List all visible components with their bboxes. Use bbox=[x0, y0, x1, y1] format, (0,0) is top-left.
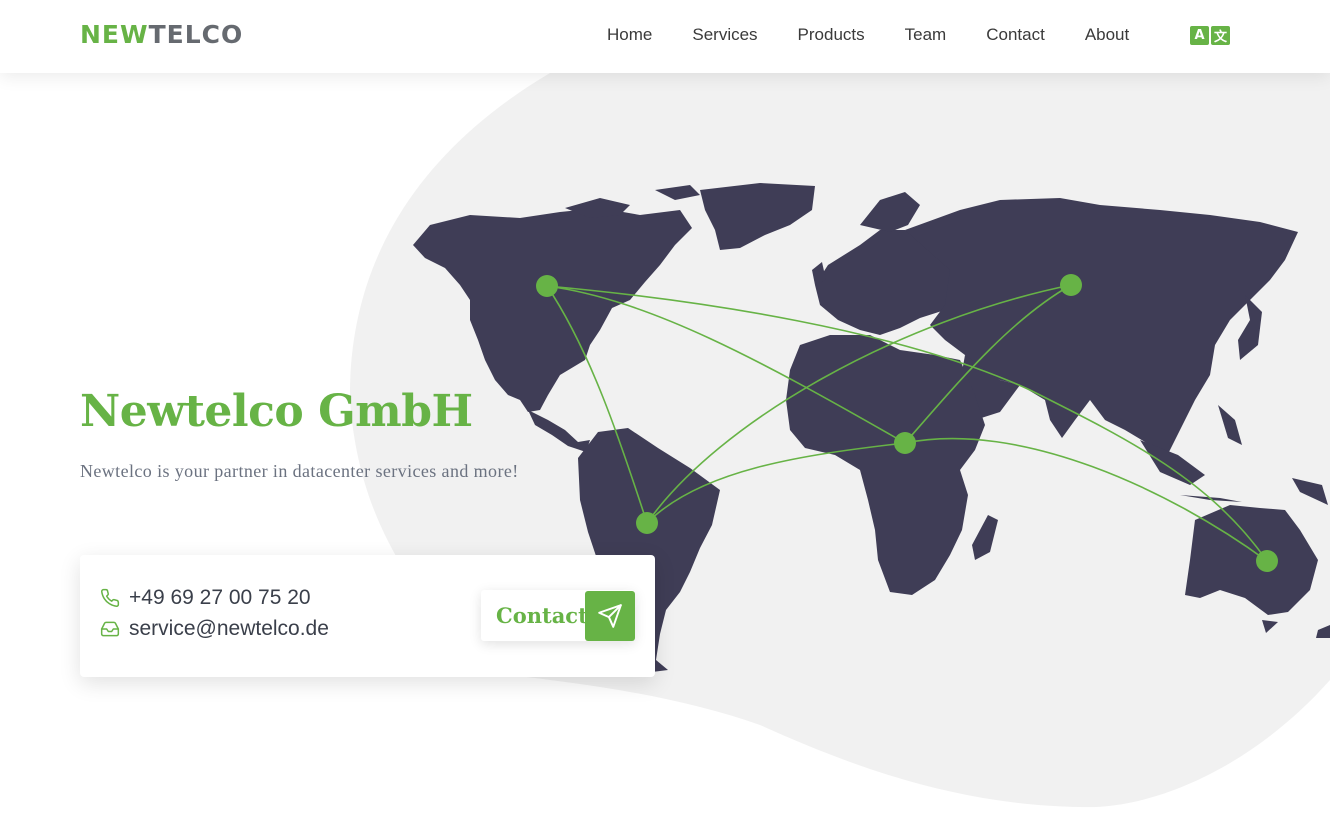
translate-glyph-cjk: 文 bbox=[1211, 26, 1230, 45]
main-nav: Home Services Products Team Contact Abou… bbox=[607, 24, 1169, 46]
phone-icon bbox=[101, 588, 120, 607]
top-navbar: NEW TELCO Home Services Products Team Con… bbox=[0, 0, 1330, 73]
email-row[interactable]: service@newtelco.de bbox=[100, 617, 329, 641]
phone-number: +49 69 27 00 75 20 bbox=[129, 586, 311, 609]
inbox-icon bbox=[100, 621, 120, 637]
send-icon bbox=[585, 590, 635, 641]
email-address: service@newtelco.de bbox=[129, 617, 329, 640]
hero-subtitle: Newtelco is your partner in datacenter s… bbox=[80, 461, 519, 481]
nav-link-products[interactable]: Products bbox=[798, 24, 865, 46]
translate-icon[interactable]: A 文 bbox=[1190, 26, 1230, 45]
nav-link-about[interactable]: About bbox=[1085, 24, 1129, 46]
phone-row[interactable]: +49 69 27 00 75 20 bbox=[100, 586, 311, 610]
hero-title: Newtelco GmbH bbox=[80, 386, 473, 437]
logo-text-new: NEW bbox=[80, 20, 149, 49]
contact-card: +49 69 27 00 75 20 service@newtelco.de C… bbox=[80, 555, 655, 677]
newtelco-logo[interactable]: NEW TELCO bbox=[80, 22, 243, 48]
logo-text-telco: TELCO bbox=[148, 20, 244, 49]
translate-glyph-latin: A bbox=[1190, 26, 1209, 45]
nav-link-home[interactable]: Home bbox=[607, 24, 652, 46]
nav-link-services[interactable]: Services bbox=[692, 24, 757, 46]
contact-button-label: Contact bbox=[496, 603, 588, 628]
contact-button[interactable]: Contact bbox=[481, 590, 635, 641]
nav-link-team[interactable]: Team bbox=[905, 24, 947, 46]
nav-link-contact[interactable]: Contact bbox=[986, 24, 1045, 46]
